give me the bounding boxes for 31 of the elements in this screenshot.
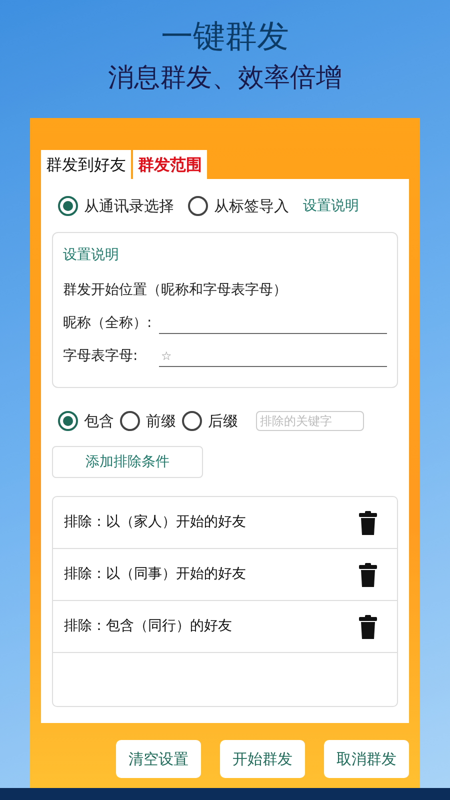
keyword-field[interactable]: 排除的关键字 <box>256 410 364 431</box>
rule-text: 排除：以（同事）开始的好友 <box>64 565 246 584</box>
action-button[interactable]: 清空设置 <box>116 740 201 778</box>
headline: 一键群发 <box>160 16 290 57</box>
action-button[interactable]: 开始群发 <box>220 740 305 778</box>
tab[interactable]: 群发到好友 <box>41 150 131 179</box>
help-link[interactable]: 设置说明 <box>303 196 359 217</box>
add-rule-button[interactable]: 添加排除条件 <box>52 446 203 478</box>
radio-button[interactable] <box>182 410 202 431</box>
field-label: 昵称（全称）: <box>63 314 153 332</box>
radio-button[interactable] <box>58 410 78 431</box>
radio-option[interactable]: 从标签导入 <box>188 195 289 218</box>
trash-icon[interactable] <box>359 562 377 586</box>
field-label: 字母表字母: <box>63 346 139 366</box>
subheadline: 消息群发、效率倍增 <box>107 62 343 95</box>
trash-icon[interactable] <box>359 614 377 638</box>
rule-text: 排除：以（家人）开始的好友 <box>64 513 246 532</box>
rule-text: 排除：包含（同行）的好友 <box>64 617 232 636</box>
action-button[interactable]: 取消群发 <box>324 740 409 778</box>
radio-option[interactable]: 从通讯录选择 <box>58 195 174 218</box>
radio-option[interactable]: 前缀 <box>120 410 176 432</box>
radio-option[interactable]: 后缀 <box>182 410 238 432</box>
info-description: 群发开始位置（昵称和字母表字母） <box>63 280 288 300</box>
text-field[interactable]: ☆ <box>159 346 387 366</box>
radio-button[interactable] <box>120 410 140 431</box>
radio-button[interactable] <box>58 196 78 216</box>
radio-button[interactable] <box>188 196 208 216</box>
trash-icon[interactable] <box>359 510 377 534</box>
tab[interactable]: 群发范围 <box>133 150 207 179</box>
radio-option[interactable]: 包含 <box>58 410 114 432</box>
info-title: 设置说明 <box>63 246 120 264</box>
